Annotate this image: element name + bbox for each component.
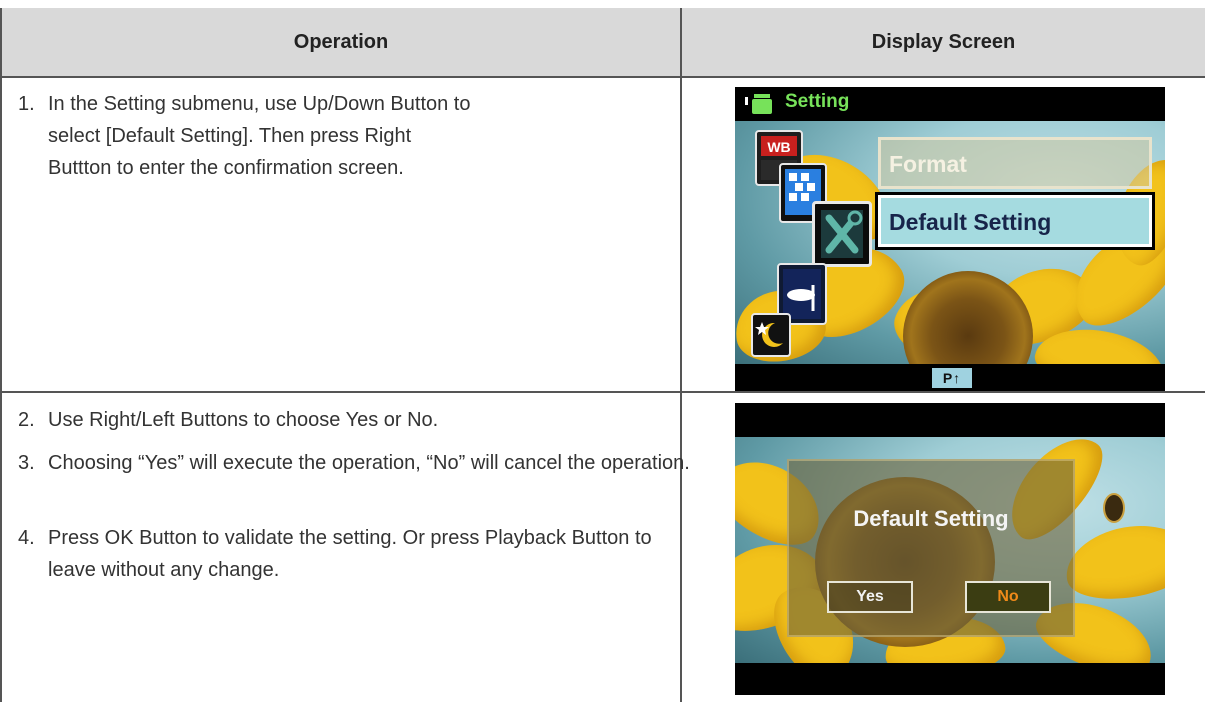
header-display-screen: Display Screen (871, 31, 1016, 53)
settings-tab-icon (745, 94, 772, 114)
menu-item-label: Default Setting (889, 209, 1052, 235)
step-text: Choosing “Yes” will execute the operatio… (48, 452, 690, 474)
operation-table: Operation Display Screen 1. In the Setti… (0, 0, 1205, 702)
header-operation: Operation (293, 31, 389, 53)
no-button[interactable]: No (965, 581, 1051, 613)
table-border-left (0, 8, 2, 702)
screen-title-bar: Setting (735, 87, 1165, 121)
camera-screen-confirmation: Default Setting Yes No (735, 403, 1165, 695)
step-number: 2. (18, 409, 35, 431)
screen-status-bar: P↑ (735, 364, 1165, 391)
dialog-title: Default Setting (853, 506, 1009, 531)
moon-glyph (755, 322, 783, 347)
confirmation-dialog: Default Setting Yes No (787, 459, 1075, 637)
wb-label: WB (767, 139, 790, 155)
step-4: 4. Press OK Button to validate the setti… (18, 522, 658, 586)
menu-item-format[interactable]: Format (878, 137, 1152, 189)
yes-button[interactable]: Yes (827, 581, 913, 613)
step-number: 1. (18, 93, 35, 115)
step-3: 3. Choosing “Yes” will execute the opera… (18, 447, 690, 479)
wrench-tools-icon[interactable] (812, 201, 872, 267)
header-display-cell: Display Screen (682, 8, 1205, 76)
table-divider-row (0, 391, 1205, 393)
night-mode-icon[interactable] (751, 313, 791, 357)
step-number: 4. (18, 527, 35, 549)
program-mode-badge: P↑ (932, 368, 972, 388)
table-divider-column (680, 8, 682, 702)
wrench-glyph (821, 210, 863, 258)
step-2: 2. Use Right/Left Buttons to choose Yes … (18, 404, 658, 436)
menu-item-label: Format (889, 151, 967, 177)
camera-screen-settings-menu: Setting Format Default Setting WB P↑ (735, 87, 1165, 391)
table-divider-header (0, 76, 1205, 78)
step-1: 1. In the Setting submenu, use Up/Down B… (18, 88, 658, 184)
step-text: In the Setting submenu, use Up/Down Butt… (48, 93, 471, 179)
step-text: Press OK Button to validate the setting.… (48, 527, 652, 581)
step-number: 3. (18, 452, 35, 474)
menu-item-default-setting[interactable]: Default Setting (875, 192, 1155, 250)
screen-title: Setting (785, 91, 850, 112)
step-text: Use Right/Left Buttons to choose Yes or … (48, 409, 439, 431)
header-operation-cell: Operation (2, 8, 680, 76)
bee-icon (1103, 493, 1125, 523)
